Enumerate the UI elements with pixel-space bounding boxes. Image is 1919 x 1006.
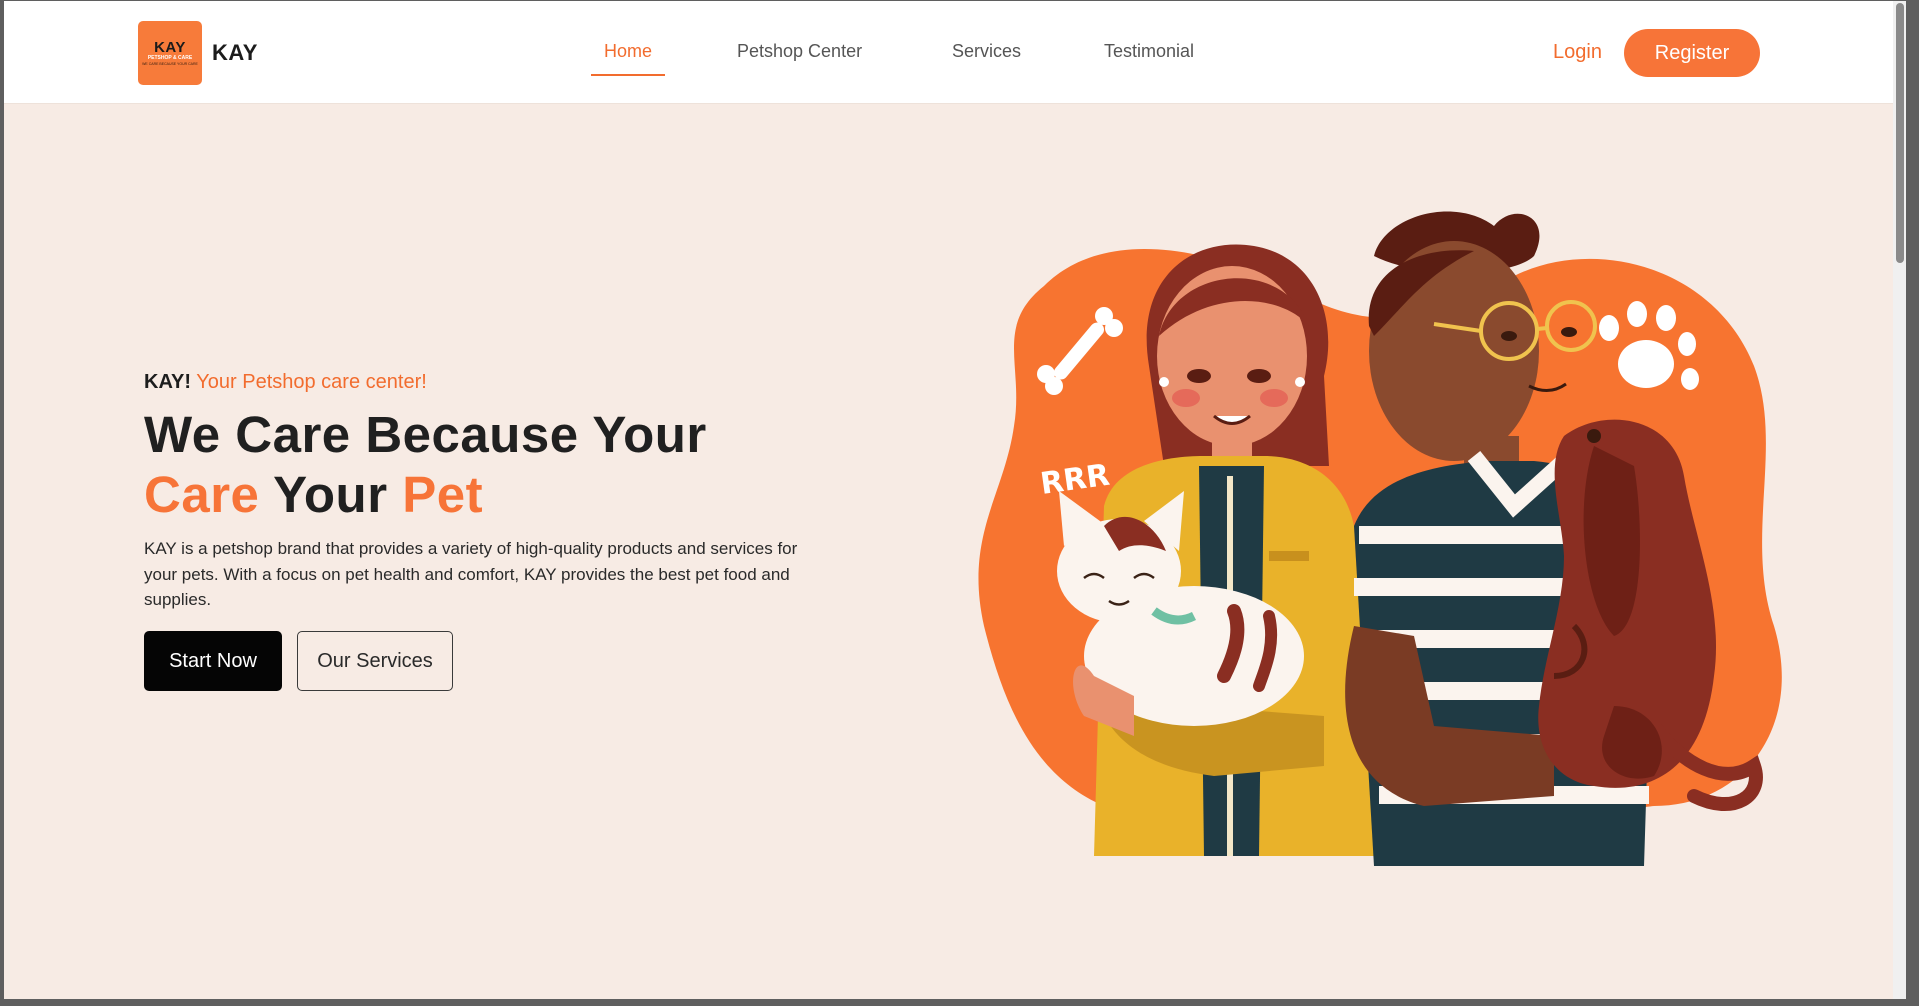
headline-pet: Pet <box>402 466 484 523</box>
nav-item-testimonial[interactable]: Testimonial <box>1104 41 1194 62</box>
our-services-button[interactable]: Our Services <box>297 631 453 691</box>
hero-description: KAY is a petshop brand that provides a v… <box>144 539 798 609</box>
headline-care: Care <box>144 466 260 523</box>
browser-viewport: KAY PETSHOP & CARE WE CARE BECAUSE YOUR … <box>4 1 1906 999</box>
hero-headline: We Care Because Your Care Your Pet <box>144 405 707 525</box>
hero-tagline: KAY! Your Petshop care center! <box>144 371 427 394</box>
scrollbar-thumb[interactable] <box>1896 3 1904 263</box>
start-now-button[interactable]: Start Now <box>144 631 282 691</box>
headline-your: Your <box>273 466 388 523</box>
brand-name: KAY <box>212 40 258 65</box>
nav-item-services[interactable]: Services <box>952 41 1021 62</box>
tagline-brand: KAY! <box>144 371 192 393</box>
logo-badge-tiny: WE CARE BECAUSE YOUR CARE <box>142 61 198 66</box>
logo[interactable]: KAY PETSHOP & CARE WE CARE BECAUSE YOUR … <box>138 21 258 85</box>
nav-item-petshop-center[interactable]: Petshop Center <box>737 41 862 62</box>
login-link[interactable]: Login <box>1553 41 1602 64</box>
headline-line1: We Care Because Your <box>144 406 707 463</box>
nav-active-indicator <box>591 74 665 76</box>
page-scrollbar[interactable] <box>1893 1 1906 999</box>
tagline-text: Your Petshop care center! <box>196 371 427 393</box>
register-button[interactable]: Register <box>1624 29 1760 77</box>
hero-illustration: RRR <box>978 211 1782 866</box>
logo-badge: KAY PETSHOP & CARE WE CARE BECAUSE YOUR … <box>138 21 202 85</box>
site-header: KAY PETSHOP & CARE WE CARE BECAUSE YOUR … <box>4 1 1906 104</box>
nav-item-home[interactable]: Home <box>604 41 652 62</box>
logo-badge-sub: PETSHOP & CARE <box>147 54 193 61</box>
logo-badge-main: KAY <box>154 38 186 56</box>
